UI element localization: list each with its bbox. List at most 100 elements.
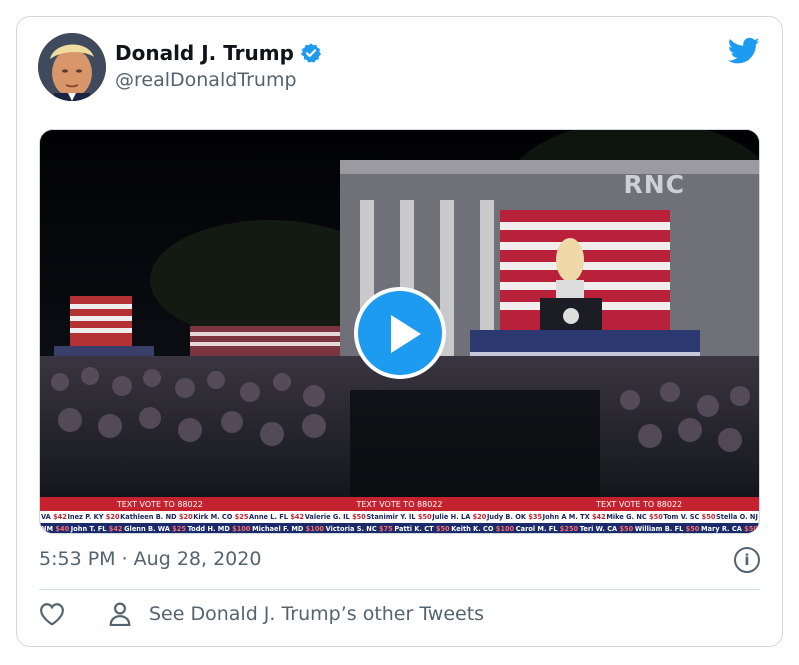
ticker-donor-name: Todd H. MD [187, 525, 230, 533]
ticker-entry: John A M. TX $42 [543, 513, 606, 521]
ticker-banner-text: TEXT VOTE TO 88022 [356, 499, 443, 509]
ticker-entry: Teri W. CA $50 [580, 525, 633, 533]
author-name[interactable]: Donald J. Trump [115, 41, 294, 65]
ticker-donor-name: Teri W. CA [579, 525, 618, 533]
ticker-entry: Anne L. FL $42 [249, 513, 304, 521]
ticker-donor-amount: $50 [744, 525, 758, 533]
ticker-donor-name: Michael F. MD [252, 525, 304, 533]
ticker-donor-amount: $50 [417, 513, 432, 521]
ticker-entry: Keith K. CO $100 [451, 525, 514, 533]
verified-badge-icon [300, 43, 322, 63]
ticker-entry: Tom V. SC $50 [663, 513, 715, 521]
ticker-banner-text: TEXT VOTE TO 88022 [596, 499, 683, 509]
author-handle[interactable]: @realDonaldTrump [115, 69, 297, 91]
ticker-donor-amount: $50 [685, 525, 700, 533]
ticker-donor-amount: $100 [232, 525, 251, 533]
ticker-entry: William B. FL $50 [635, 525, 700, 533]
author-avatar[interactable] [38, 33, 106, 101]
user-icon [109, 602, 131, 626]
twitter-bird-icon[interactable] [728, 37, 760, 65]
ticker-donor-name: Valerie G. IL [304, 513, 350, 521]
ticker-donor-name: Keith K. CO [451, 525, 494, 533]
divider [39, 589, 760, 590]
ticker-entry: Todd H. MD $100 [188, 525, 251, 533]
ticker-entry: Kirk M. CO $25 [193, 513, 248, 521]
info-icon[interactable]: i [734, 547, 760, 573]
ticker-entry: Inez P. KY $20 [67, 513, 119, 521]
ticker-donor-name: Tom V. SC [663, 513, 700, 521]
ticker-donor-amount: $35 [528, 513, 543, 521]
ticker-donor-name: Mary R. CA [701, 525, 742, 533]
ticker-entry: VA $42 [41, 513, 67, 521]
ticker-donor-name: Kathleen B. ND [120, 513, 177, 521]
play-button[interactable] [354, 287, 446, 379]
ticker-donor-amount: $42 [53, 513, 67, 521]
avatar-photo [38, 33, 106, 101]
ticker-donor-amount: $50 [352, 513, 366, 521]
ticker-entry: Kathleen B. ND $20 [120, 513, 192, 521]
ticker-donor-name: Glenn B. WA [124, 525, 170, 533]
ticker-donor-name: VA [41, 513, 51, 521]
ticker-donor-amount: $42 [591, 513, 606, 521]
ticker-entry: Carol M. FL $250 [516, 525, 578, 533]
ticker-banner: TEXT VOTE TO 88022 TEXT VOTE TO 88022 TE… [40, 497, 759, 511]
tweet-actions: See Donald J. Trump’s other Tweets [39, 602, 484, 626]
ticker-donor-amount: $40 [55, 525, 70, 533]
ticker-donor-amount: $50 [649, 513, 663, 521]
ticker-entry: John T. FL $42 [71, 525, 123, 533]
ticker-donor-name: Mike G. NC [606, 513, 647, 521]
ticker-entry: Mike G. NC $50 [606, 513, 662, 521]
ticker-donor-name: Carol M. FL [515, 525, 558, 533]
donation-ticker: TEXT VOTE TO 88022 TEXT VOTE TO 88022 TE… [40, 497, 759, 533]
ticker-donor-amount: $42 [108, 525, 123, 533]
ticker-donor-amount: $20 [105, 513, 120, 521]
ticker-donor-name: Stanimir Y. IL [366, 513, 416, 521]
author-name-row: Donald J. Trump [115, 41, 322, 65]
tweet-card: Donald J. Trump @realDonaldTrump RNC TEX… [16, 16, 783, 647]
ticker-entry: Mary R. CA $50 [701, 525, 758, 533]
ticker-donor-amount: $42 [290, 513, 305, 521]
ticker-entry: Judy B. OK $35 [487, 513, 542, 521]
ticker-donor-amount: $75 [378, 525, 393, 533]
ticker-donor-name: William B. FL [634, 525, 684, 533]
ticker-row-top: VA $42 Inez P. KY $20 Kathleen B. ND $20 Ki… [40, 511, 759, 523]
ticker-donor-name: Victoria S. NC [325, 525, 377, 533]
ticker-donor-amount: $25 [234, 513, 249, 521]
ticker-donor-name: Kirk M. CO [193, 513, 233, 521]
ticker-donor-name: Patti K. CT [394, 525, 434, 533]
ticker-donor-amount: $250 [559, 525, 579, 533]
ticker-entry: Patti K. CT $50 [394, 525, 449, 533]
other-tweets-label: See Donald J. Trump’s other Tweets [149, 603, 485, 625]
ticker-entry: Stella O. NJ [716, 513, 758, 521]
ticker-entry: Victoria S. NC $75 [326, 525, 393, 533]
like-heart-icon[interactable] [39, 602, 65, 626]
ticker-entry: Stanimir Y. IL $50 [366, 513, 431, 521]
ticker-entry: Julie H. LA $20 [432, 513, 486, 521]
ticker-donor-amount: $50 [701, 513, 716, 521]
ticker-entry: Michael F. MD $100 [252, 525, 324, 533]
ticker-donor-amount: $20 [178, 513, 193, 521]
rnc-watermark: RNC [623, 170, 685, 199]
ticker-donor-amount: $50 [435, 525, 450, 533]
ticker-donor-amount: $50 [619, 525, 634, 533]
ticker-entry: Glenn B. WA $25 [124, 525, 186, 533]
ticker-banner-text: TEXT VOTE TO 88022 [116, 499, 203, 509]
ticker-donor-name: Anne L. FL [249, 513, 289, 521]
ticker-donor-name: Julie H. LA [432, 513, 471, 521]
ticker-donor-name: Judy B. OK [486, 513, 526, 521]
ticker-donor-name: John A M. TX [542, 513, 590, 521]
tweet-timestamp[interactable]: 5:53 PM · Aug 28, 2020 [39, 548, 261, 570]
ticker-row-bottom: NM $40 John T. FL $42 Glenn B. WA $25 Todd … [40, 523, 759, 533]
ticker-donor-name: Stella O. NJ [716, 513, 758, 521]
ticker-donor-name: Inez P. KY [67, 513, 104, 521]
other-tweets-link[interactable]: See Donald J. Trump’s other Tweets [109, 602, 484, 626]
ticker-donor-name: John T. FL [70, 525, 107, 533]
ticker-donor-amount: $100 [305, 525, 325, 533]
ticker-donor-amount: $100 [495, 525, 515, 533]
ticker-entry: Valerie G. IL $50 [305, 513, 366, 521]
ticker-donor-amount: $20 [472, 513, 487, 521]
video-player[interactable]: RNC TEXT VOTE TO 88022 TEXT VOTE TO 8802… [39, 129, 760, 534]
ticker-donor-name: NM [41, 525, 54, 533]
ticker-donor-amount: $25 [172, 525, 186, 533]
ticker-entry: NM $40 [41, 525, 69, 533]
